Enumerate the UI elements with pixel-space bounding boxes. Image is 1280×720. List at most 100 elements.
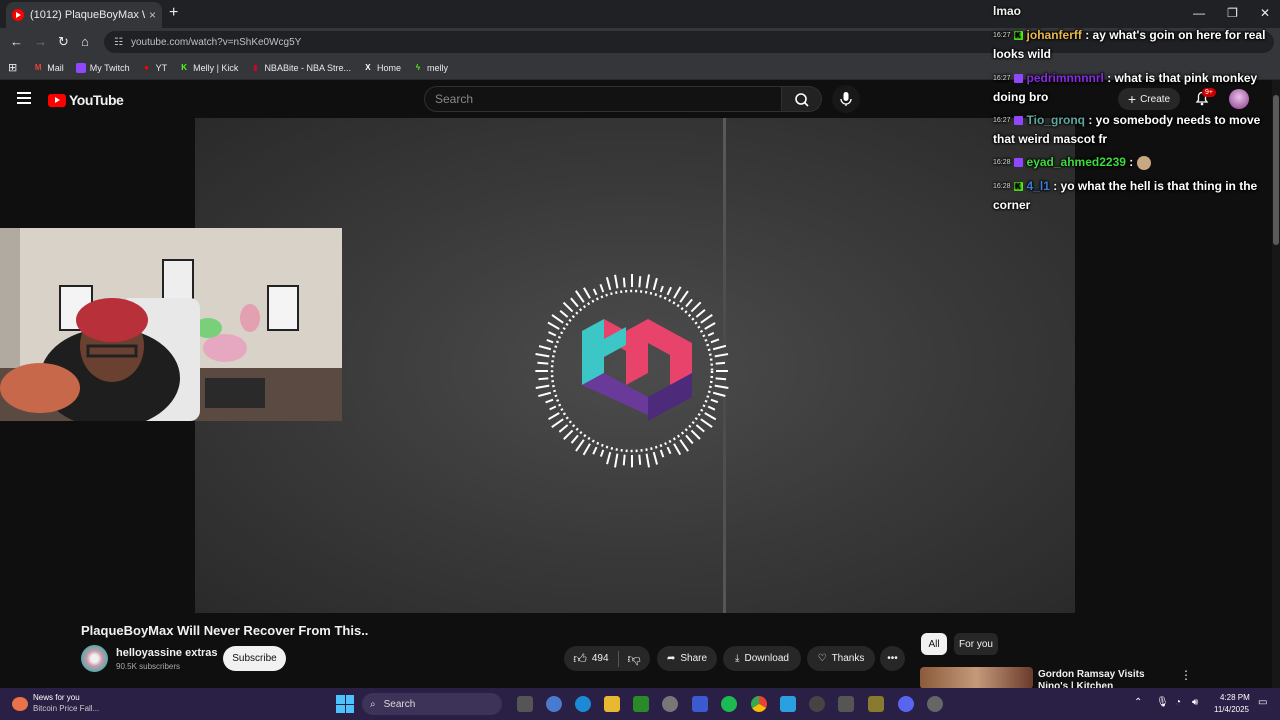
visualizer-bar [714, 353, 729, 358]
channel-avatar[interactable] [81, 645, 108, 672]
voice-search-button[interactable] [832, 85, 860, 113]
like-count: 494 [591, 653, 609, 664]
chat-username: pedrimnnnnrl [1026, 71, 1104, 85]
browser-tab[interactable]: (1012) PlaqueBoyMax Will Nev × [6, 2, 162, 28]
visualizer-bar [652, 451, 659, 465]
new-tab-button[interactable]: + [169, 4, 178, 22]
channel-name[interactable]: helloyassine extras [116, 647, 218, 659]
chat-timestamp: 16:28 [993, 159, 1011, 167]
search-input[interactable]: Search [424, 86, 782, 112]
settings-icon[interactable] [927, 696, 943, 712]
bookmark-mail[interactable]: M Mail [33, 63, 64, 73]
more-actions-button[interactable]: ••• [880, 646, 905, 671]
more-vertical-icon[interactable]: ⋮ [1180, 668, 1192, 682]
taskbar-date[interactable]: 11/4/2025 [1214, 705, 1249, 714]
download-icon: ⤓ [735, 653, 740, 664]
like-dislike-group: 👍︎ 494 👎︎ [564, 646, 650, 671]
tab-close-icon[interactable]: × [149, 8, 156, 22]
app-icon[interactable] [780, 696, 796, 712]
search-icon: ⌕ [370, 698, 376, 710]
chip-for-you[interactable]: For you [954, 633, 998, 655]
home-icon[interactable]: ⌂ [81, 34, 89, 49]
back-icon[interactable]: ← [10, 34, 23, 49]
apps-grid-icon[interactable]: ⊞ [8, 61, 17, 74]
media-player-icon[interactable] [809, 696, 825, 712]
volume-icon[interactable]: 🔊︎ [1192, 697, 1198, 708]
bookmark-yt[interactable]: ● YT [142, 63, 167, 73]
edge-icon[interactable] [575, 696, 591, 712]
visualizer-bar [622, 277, 626, 288]
search-icon [795, 93, 809, 107]
download-label: Download [744, 653, 789, 664]
app-icon[interactable] [868, 696, 884, 712]
reload-icon[interactable]: ↻ [58, 34, 69, 50]
dislike-button[interactable]: 👎︎ [628, 651, 641, 667]
file-explorer-icon[interactable] [604, 696, 620, 712]
visualizer-bar [695, 308, 706, 318]
site-info-icon[interactable]: ☷ [114, 37, 123, 48]
menu-icon[interactable] [17, 92, 31, 104]
visualizer-bar [704, 322, 716, 330]
download-button[interactable]: ⤓ Download [723, 646, 801, 671]
subscribe-button[interactable]: Subscribe [223, 646, 286, 671]
xbox-icon[interactable] [633, 696, 649, 712]
visualizer-bar [546, 339, 554, 344]
notification-center-icon[interactable]: ▭ [1258, 697, 1267, 708]
bookmark-melly[interactable]: ϟ melly [413, 63, 448, 73]
visualizer-bar [535, 384, 550, 389]
chat-top-line: lmao [993, 4, 1022, 18]
visualizer-bar [666, 446, 672, 455]
news-widget-icon[interactable] [12, 697, 28, 711]
taskbar-search[interactable]: ⌕ Search [362, 693, 502, 715]
share-button[interactable]: ➦ Share [657, 646, 717, 671]
chat-username: johanferff [1026, 28, 1082, 42]
settings-gear-icon[interactable] [662, 696, 678, 712]
visualizer-bar [710, 338, 720, 344]
news-subtitle[interactable]: Bitcoin Price Fall... [33, 704, 99, 713]
visualizer-bar [695, 424, 705, 433]
start-button[interactable] [336, 695, 354, 713]
close-window-icon[interactable]: ✕ [1260, 6, 1270, 20]
news-title[interactable]: News for you [33, 693, 80, 702]
bookmark-my-twitch[interactable]: My Twitch [75, 62, 130, 73]
forward-icon[interactable]: → [34, 34, 47, 49]
maximize-icon[interactable]: ❐ [1227, 6, 1238, 20]
visualizer-bar [547, 321, 560, 330]
bookmark-home[interactable]: X Home [363, 63, 401, 73]
chrome-icon[interactable] [751, 696, 767, 712]
minimize-icon[interactable]: — [1193, 6, 1205, 20]
visualizer-bar [707, 331, 715, 337]
visualizer-bar [715, 361, 726, 365]
visualizer-bar [690, 429, 701, 440]
thumbs-down-icon: 👎︎ [627, 650, 641, 666]
visualizer-bar [538, 345, 552, 351]
visualizer-bar [622, 454, 626, 466]
chip-all[interactable]: All [921, 633, 947, 655]
wifi-icon[interactable]: ◔ [1175, 697, 1181, 708]
taskbar-time[interactable]: 4:28 PM [1220, 693, 1250, 702]
visualizer-bar [538, 391, 552, 398]
copilot-icon[interactable] [546, 696, 562, 712]
app-icon[interactable] [838, 696, 854, 712]
chat-username: 4_l1 [1026, 179, 1050, 193]
bookmark-nbabite[interactable]: ▮ NBABite - NBA Stre... [250, 63, 351, 73]
microphone-tray-icon[interactable]: 🎙︎ [1156, 697, 1169, 708]
recommended-title[interactable]: Gordon Ramsay Visits Nino's | Kitchen Ni… [1038, 669, 1168, 689]
search-button[interactable] [782, 86, 822, 112]
like-button[interactable]: 👍︎ 494 [573, 651, 608, 667]
thanks-button[interactable]: ♡ Thanks [807, 646, 875, 671]
visualizer-bar [599, 449, 605, 457]
bookmark-melly-kick[interactable]: K Melly | Kick [179, 63, 238, 73]
recommended-thumbnail[interactable] [920, 667, 1033, 689]
store-icon[interactable] [692, 696, 708, 712]
visualizer-bar [563, 429, 574, 440]
scrollbar-thumb[interactable] [1273, 95, 1279, 245]
discord-icon[interactable] [898, 696, 914, 712]
twitch-icon [75, 62, 86, 73]
youtube-logo[interactable]: YouTube [48, 92, 124, 108]
visualizer-bar [679, 439, 689, 452]
task-view-icon[interactable] [517, 696, 533, 712]
chevron-up-icon[interactable]: ⌃ [1134, 697, 1142, 708]
spotify-icon[interactable] [721, 696, 737, 712]
visualizer-bar [614, 453, 619, 468]
